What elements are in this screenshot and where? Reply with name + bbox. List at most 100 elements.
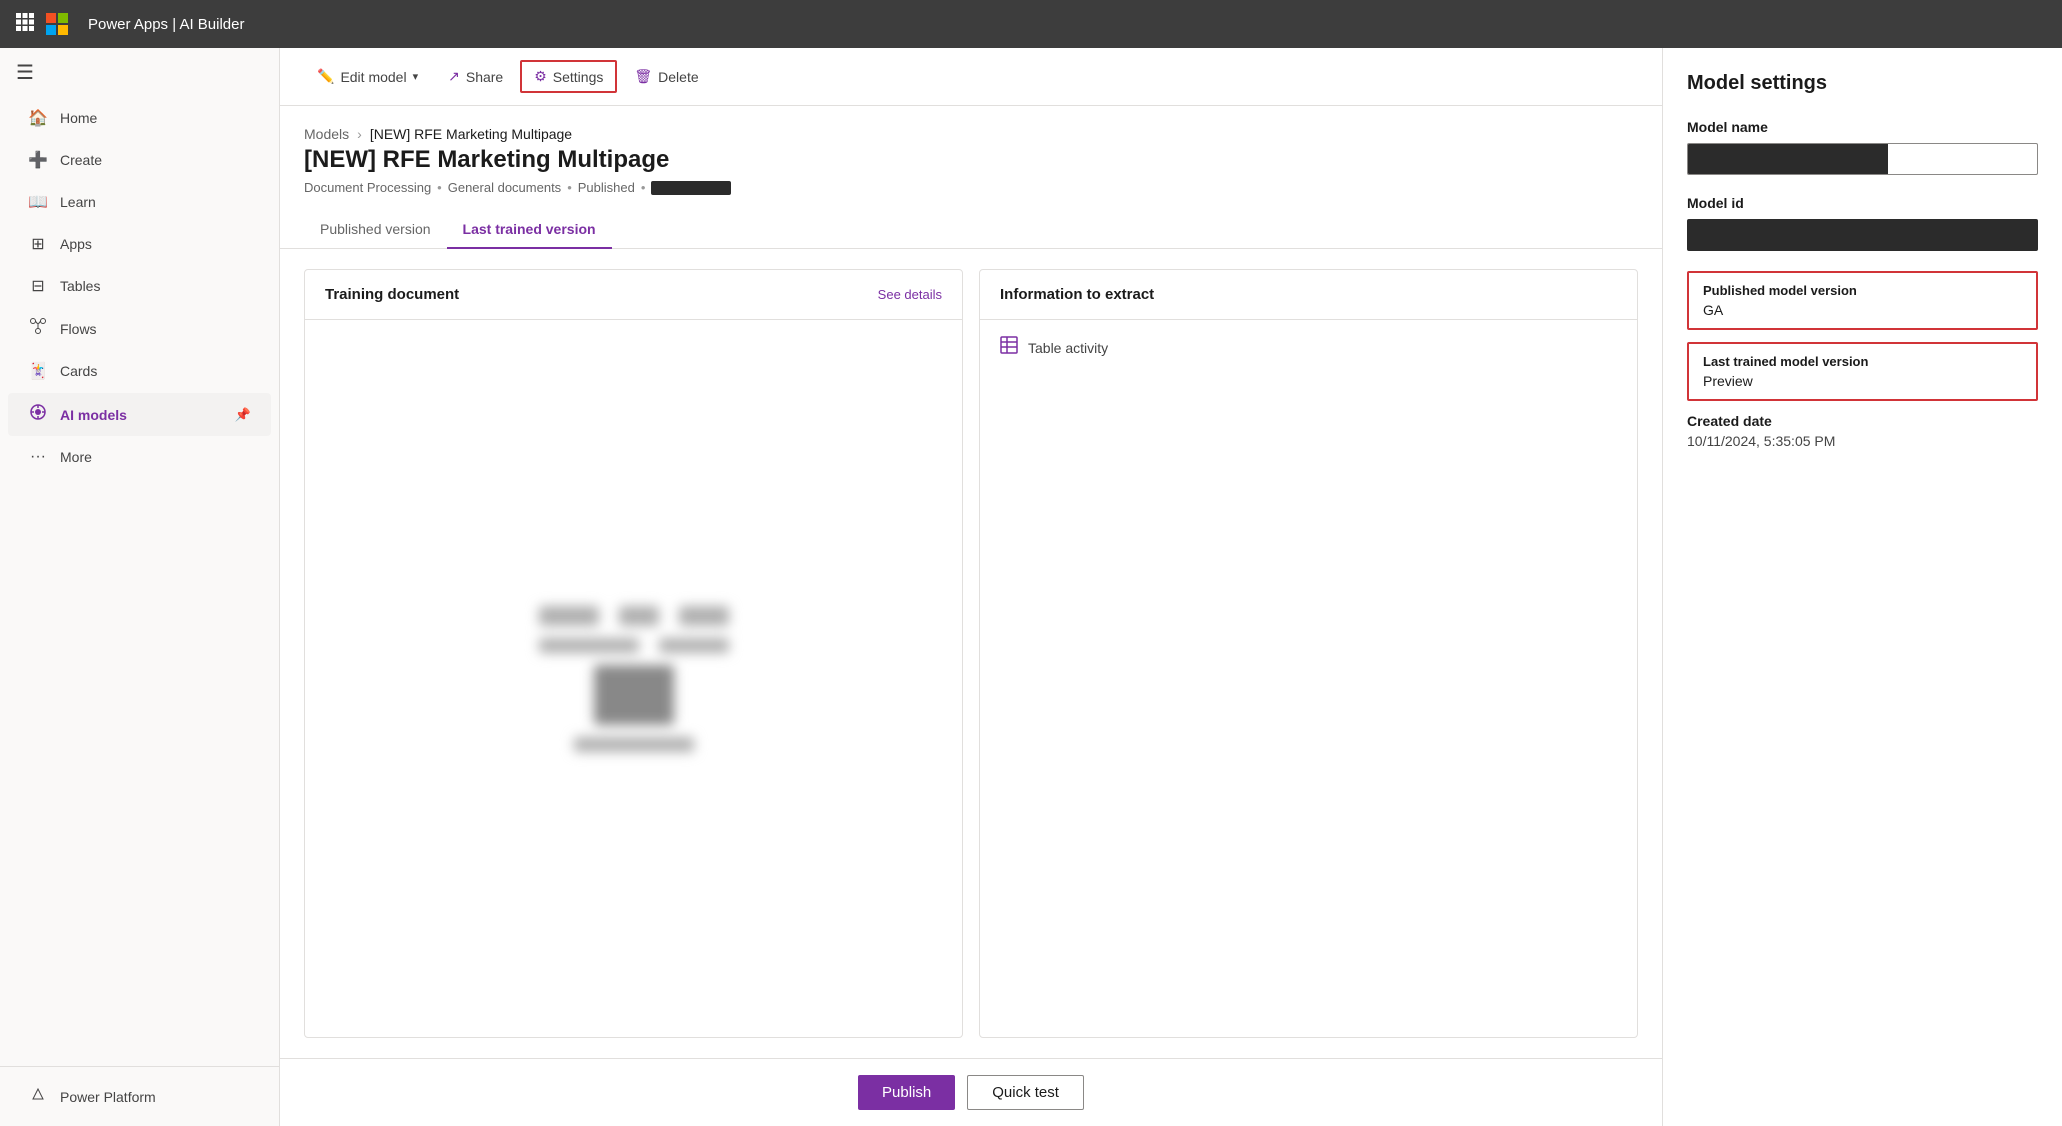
sidebar-item-label: More [60,449,92,465]
meta-dot-3: • [641,180,646,195]
info-card-body: Table activity [980,320,1637,375]
share-button[interactable]: ↗ Share [435,61,516,92]
created-date-value: 10/11/2024, 5:35:05 PM [1687,433,2038,449]
created-date-label: Created date [1687,413,2038,429]
delete-icon: 🗑 [634,68,652,85]
action-toolbar: ✏️ Edit model ▾ ↗ Share ⚙ Settings 🗑 Del… [280,48,1662,106]
sidebar-item-label: Home [60,110,97,126]
breadcrumb: Models › [NEW] RFE Marketing Multipage [304,126,1638,142]
info-extract-card: Information to extract Table activity [979,269,1638,1038]
breadcrumb-models[interactable]: Models [304,126,349,142]
created-date-section: Created date 10/11/2024, 5:35:05 PM [1687,413,2038,449]
home-icon: 🏠 [28,108,48,128]
delete-button[interactable]: 🗑 Delete [621,61,711,92]
sidebar-item-flows[interactable]: Flows [8,308,271,349]
sidebar-item-label: Tables [60,278,100,294]
sidebar-item-create[interactable]: ➕ Create [8,140,271,180]
apps-icon: ⊞ [28,234,48,254]
share-icon: ↗ [448,68,460,85]
sidebar-item-learn[interactable]: 📖 Learn [8,182,271,222]
edit-icon: ✏️ [317,68,334,85]
meta-dot-2: • [567,180,572,195]
sidebar-item-more[interactable]: ··· More [8,438,271,476]
sidebar-item-label: AI models [60,407,127,423]
breadcrumb-chevron: › [357,126,362,142]
last-trained-model-version-label: Last trained model version [1703,354,2022,369]
learn-icon: 📖 [28,192,48,212]
see-details-link[interactable]: See details [878,287,942,302]
settings-panel: Model settings Model name Model id Publi… [1662,48,2062,1126]
share-label: Share [466,69,503,85]
footer-actions: Publish Quick test [280,1058,1662,1126]
dropdown-chevron-icon: ▾ [413,70,419,83]
last-trained-model-version-value: Preview [1703,373,2022,389]
pin-icon[interactable]: 📌 [235,407,251,423]
published-model-version-box: Published model version GA [1687,271,2038,330]
topbar-brand: Power Apps | AI Builder [88,16,244,33]
sidebar-toggle[interactable]: ☰ [0,48,279,97]
page-title: [NEW] RFE Marketing Multipage [304,146,1638,174]
settings-icon: ⚙ [534,68,547,85]
sidebar-item-label: Create [60,152,102,168]
edit-model-button[interactable]: ✏️ Edit model ▾ [304,61,431,92]
meta-dot-1: • [437,180,442,195]
model-id-label: Model id [1687,195,2038,211]
edit-model-label: Edit model [340,69,406,85]
info-card-title: Information to extract [1000,286,1154,303]
published-model-version-value: GA [1703,302,2022,318]
model-name-label: Model name [1687,119,2038,135]
sidebar-item-label: Learn [60,194,96,210]
content-area: ✏️ Edit model ▾ ↗ Share ⚙ Settings 🗑 Del… [280,48,1662,1126]
model-name-input[interactable] [1687,143,2038,175]
tabs: Published version Last trained version [280,211,1662,249]
model-name-redacted [1688,144,1888,174]
cards-container: Training document See details [280,249,1662,1058]
create-icon: ➕ [28,150,48,170]
more-icon: ··· [28,448,48,466]
topbar: Power Apps | AI Builder [0,0,2062,48]
publish-button[interactable]: Publish [858,1075,955,1110]
page-meta: Document Processing • General documents … [304,180,1638,195]
grid-icon[interactable] [16,13,34,36]
power-platform-icon [28,1086,48,1107]
sidebar-item-label: Cards [60,363,97,379]
meta-status: Published [578,180,635,195]
model-name-section: Model name [1687,119,2038,175]
info-item-table-activity: Table activity [1000,336,1617,359]
sidebar: ☰ 🏠 Home ➕ Create 📖 Learn ⊞ Apps ⊟ Table… [0,48,280,1126]
meta-doc-subtype: General documents [448,180,561,195]
tab-published-version[interactable]: Published version [304,211,447,249]
delete-label: Delete [658,69,698,85]
sidebar-item-tables[interactable]: ⊟ Tables [8,266,271,306]
table-activity-label: Table activity [1028,340,1108,356]
training-document-card: Training document See details [304,269,963,1038]
cards-icon: 🃏 [28,361,48,381]
training-card-title: Training document [325,286,459,303]
ai-models-icon [28,403,48,426]
tab-last-trained-version[interactable]: Last trained version [447,211,612,249]
last-trained-model-version-box: Last trained model version Preview [1687,342,2038,401]
breadcrumb-current: [NEW] RFE Marketing Multipage [370,126,572,142]
settings-panel-title: Model settings [1687,72,2038,95]
ms-logo [46,13,68,35]
settings-label: Settings [553,69,604,85]
sidebar-item-ai-models[interactable]: AI models 📌 [8,393,271,436]
meta-doc-type: Document Processing [304,180,431,195]
sidebar-item-label: Power Platform [60,1089,156,1105]
table-icon [1000,336,1018,359]
sidebar-item-apps[interactable]: ⊞ Apps [8,224,271,264]
blurred-document [325,606,942,752]
sidebar-item-power-platform[interactable]: Power Platform [8,1076,271,1117]
sidebar-item-cards[interactable]: 🃏 Cards [8,351,271,391]
model-id-section: Model id [1687,195,2038,251]
sidebar-item-label: Flows [60,321,97,337]
published-model-version-label: Published model version [1703,283,2022,298]
flows-icon [28,318,48,339]
training-card-body [305,320,962,1037]
quick-test-button[interactable]: Quick test [967,1075,1084,1110]
page-header: Models › [NEW] RFE Marketing Multipage [… [280,106,1662,195]
model-id-value [1687,219,2038,251]
settings-button[interactable]: ⚙ Settings [520,60,617,93]
info-card-header: Information to extract [980,270,1637,320]
sidebar-item-home[interactable]: 🏠 Home [8,98,271,138]
